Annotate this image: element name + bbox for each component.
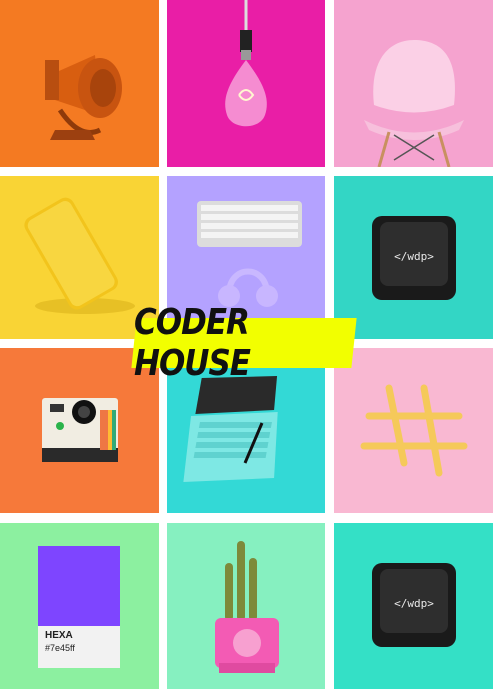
swatch-name: HEXA: [45, 630, 73, 641]
megaphone-tile: [0, 0, 159, 167]
light-bulb-tile: [167, 0, 325, 167]
hashtag-icon: [334, 348, 493, 513]
color-swatch-tile: HEXA #7e45ff: [0, 523, 159, 689]
keycap-icon: </wdp>: [334, 176, 493, 339]
keycap-tile: </wdp>: [334, 176, 493, 339]
megaphone-icon: [0, 0, 159, 167]
chair-icon: [334, 0, 493, 167]
keyboard-icon: [197, 201, 302, 247]
keycap-tile-2: </wdp>: [334, 523, 493, 689]
keycap-label-2: </wdp>: [394, 597, 434, 610]
cactus-icon: [167, 523, 325, 689]
swatch-code: #7e45ff: [45, 643, 75, 653]
color-swatch-icon: [0, 523, 159, 689]
chair-tile: [334, 0, 493, 167]
light-bulb-icon: [167, 0, 325, 167]
logo-text: CODER HOUSE: [134, 301, 251, 385]
cactus-tile: [167, 523, 325, 689]
keycap-icon: </wdp>: [334, 523, 493, 689]
keycap-label: </wdp>: [394, 250, 434, 263]
hashtag-tile: [334, 348, 493, 513]
